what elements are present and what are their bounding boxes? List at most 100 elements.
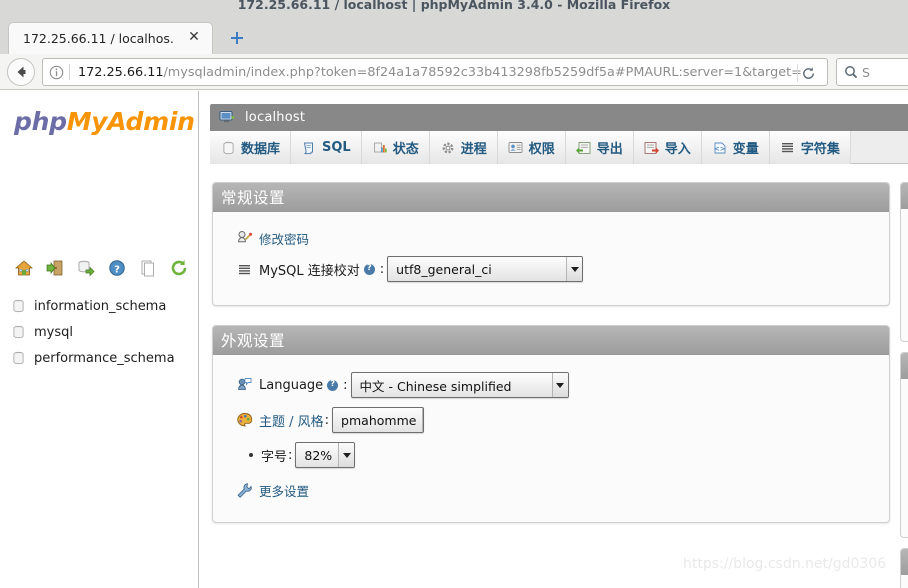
right-clipped-column bbox=[900, 169, 908, 588]
tab-sql[interactable]: SQL bbox=[291, 131, 362, 164]
database-name: mysql bbox=[34, 324, 73, 340]
list-item[interactable]: information_schema bbox=[6, 293, 196, 319]
tab-export[interactable]: 导出 bbox=[565, 131, 634, 164]
tab-label: 权限 bbox=[528, 142, 555, 157]
home-icon[interactable] bbox=[14, 258, 34, 280]
list-item[interactable]: performance_schema bbox=[6, 345, 196, 371]
help-icon[interactable] bbox=[363, 263, 375, 275]
reload-icon[interactable] bbox=[169, 258, 189, 280]
browser-tab[interactable]: 172.25.66.11 / localhos... ✕ bbox=[8, 22, 213, 54]
export-db-icon[interactable] bbox=[76, 258, 96, 280]
change-password-row[interactable]: 修改密码 bbox=[213, 224, 889, 252]
theme-label[interactable]: 主题 / 风格 bbox=[259, 411, 324, 430]
chevron-down-icon bbox=[338, 443, 355, 467]
address-bar[interactable]: 172.25.66.11/mysqladmin/index.php?token=… bbox=[42, 58, 828, 86]
change-password-icon bbox=[235, 229, 253, 247]
appearance-settings-panel: 外观设置 Language : bbox=[212, 325, 890, 523]
address-separator bbox=[69, 64, 70, 80]
tab-label: 状态 bbox=[392, 142, 419, 157]
docs-icon[interactable] bbox=[138, 258, 158, 280]
site-info-icon[interactable] bbox=[43, 65, 69, 80]
close-icon[interactable]: ✕ bbox=[186, 30, 202, 46]
fontsize-label: 字号 bbox=[261, 449, 288, 465]
tab-status[interactable]: 状态 bbox=[361, 131, 430, 164]
back-button[interactable] bbox=[7, 58, 35, 86]
help-icon[interactable]: ? bbox=[107, 258, 127, 280]
chevron-down-icon bbox=[422, 408, 424, 432]
tab-privileges[interactable]: 权限 bbox=[497, 131, 566, 164]
theme-row: 主题 / 风格 : pmahomme bbox=[213, 403, 889, 437]
change-password-link[interactable]: 修改密码 bbox=[259, 229, 309, 248]
language-icon bbox=[235, 376, 253, 394]
charset-icon bbox=[235, 260, 253, 278]
fontsize-row: 字号 : 82% bbox=[213, 437, 889, 473]
logout-icon[interactable] bbox=[45, 258, 65, 280]
database-list: information_schema mysql performance_sch… bbox=[6, 293, 196, 371]
tab-label: 导入 bbox=[664, 142, 691, 157]
database-icon bbox=[8, 349, 28, 367]
privileges-icon bbox=[508, 140, 524, 155]
list-item[interactable]: mysql bbox=[6, 319, 196, 345]
tab-label: 进程 bbox=[460, 142, 487, 157]
sql-icon bbox=[301, 140, 317, 155]
collation-select-value: utf8_general_ci bbox=[396, 261, 492, 277]
language-select[interactable]: 中文 - Chinese simplified bbox=[350, 372, 569, 398]
database-name: information_schema bbox=[34, 298, 167, 314]
collation-colon: : bbox=[379, 261, 385, 277]
phpmyadmin-logo[interactable]: phpMyAdmin bbox=[14, 107, 195, 136]
search-input[interactable]: S bbox=[862, 65, 870, 80]
tab-processes[interactable]: 进程 bbox=[429, 131, 498, 164]
appearance-settings-body: Language : 中文 - Chinese simplified bbox=[213, 355, 889, 521]
tab-charsets[interactable]: 字符集 bbox=[769, 131, 851, 164]
tab-label: 导出 bbox=[596, 142, 623, 157]
browser-search-box[interactable]: S bbox=[836, 58, 908, 86]
more-settings-link[interactable]: 更多设置 bbox=[259, 481, 309, 500]
panel-title: 常规设置 bbox=[221, 189, 286, 207]
navigation-frame: phpMyAdmin ? information_schema mysql pe… bbox=[0, 91, 199, 588]
logo-myadmin-text: MyAdmin bbox=[66, 107, 195, 136]
clipped-panel bbox=[900, 352, 908, 538]
tab-variables[interactable]: <> 变量 bbox=[701, 131, 770, 164]
reload-icon[interactable] bbox=[797, 64, 819, 82]
variables-icon: <> bbox=[712, 140, 728, 155]
theme-palette-icon bbox=[235, 411, 253, 429]
chevron-down-icon bbox=[551, 373, 568, 397]
svg-text:?: ? bbox=[114, 264, 120, 275]
clipped-panel-header bbox=[901, 183, 908, 209]
navigation-icon-bar: ? bbox=[14, 258, 189, 282]
theme-select-value: pmahomme bbox=[341, 412, 417, 428]
new-tab-icon[interactable] bbox=[228, 29, 246, 47]
fontsize-select-value: 82% bbox=[304, 447, 333, 463]
fontsize-select[interactable]: 82% bbox=[295, 442, 356, 468]
page-content: phpMyAdmin ? information_schema mysql pe… bbox=[0, 91, 908, 588]
fontsize-colon: : bbox=[288, 447, 293, 463]
collation-select[interactable]: utf8_general_ci bbox=[387, 256, 584, 282]
export-icon bbox=[576, 140, 592, 155]
database-icon bbox=[8, 323, 28, 341]
screenshot-root: 172.25.66.11 / localhost | phpMyAdmin 3.… bbox=[0, 0, 908, 588]
general-settings-header: 常规设置 bbox=[213, 183, 889, 212]
window-title: 172.25.66.11 / localhost | phpMyAdmin 3.… bbox=[237, 0, 671, 12]
browser-tab-label: 172.25.66.11 / localhos... bbox=[23, 31, 173, 46]
clipped-panel bbox=[900, 182, 908, 342]
appearance-settings-header: 外观设置 bbox=[213, 326, 889, 355]
clipped-panel bbox=[900, 548, 908, 588]
language-colon: : bbox=[343, 377, 348, 393]
search-icon bbox=[844, 65, 858, 79]
address-host: 172.25.66.11 bbox=[78, 64, 164, 80]
logo-php-text: php bbox=[14, 107, 67, 136]
theme-select[interactable]: pmahomme bbox=[332, 407, 425, 433]
tab-import[interactable]: 导入 bbox=[633, 131, 702, 164]
collation-label: MySQL 连接校对 bbox=[259, 263, 360, 279]
general-settings-panel: 常规设置 修改密码 MySQL 连接校对 ?: utf8_general_ci bbox=[212, 182, 890, 306]
tab-label: 字符集 bbox=[800, 142, 840, 157]
clipped-panel-header bbox=[901, 353, 908, 379]
help-icon[interactable] bbox=[327, 379, 339, 391]
language-select-value: 中文 - Chinese simplified bbox=[359, 378, 512, 394]
browser-titlebar: 172.25.66.11 / localhost | phpMyAdmin 3.… bbox=[0, 0, 908, 18]
tab-databases[interactable]: 数据库 bbox=[210, 131, 292, 164]
more-settings-row[interactable]: 更多设置 bbox=[213, 473, 889, 507]
process-icon bbox=[440, 140, 456, 155]
server-header: localhost bbox=[210, 104, 908, 131]
tab-label: 变量 bbox=[732, 142, 759, 157]
